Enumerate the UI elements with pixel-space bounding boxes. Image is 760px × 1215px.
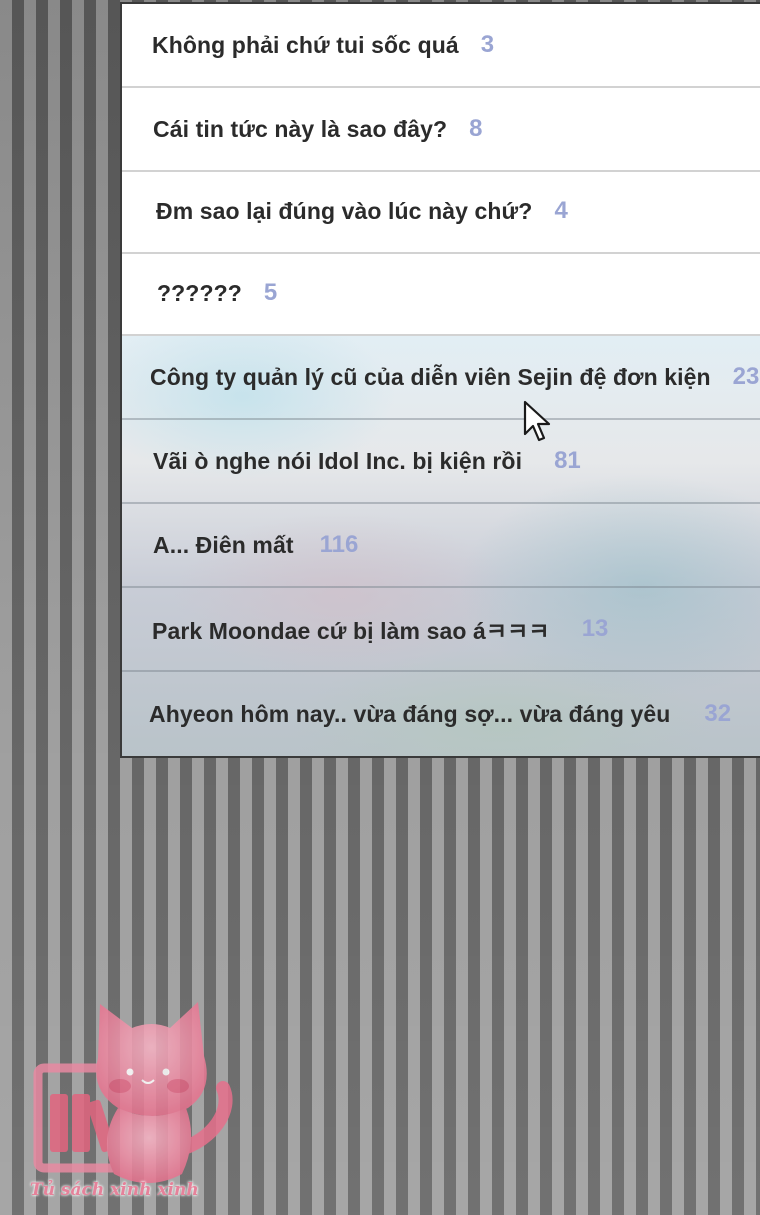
list-item[interactable]: ?????? 5 xyxy=(122,252,760,336)
list-item[interactable]: Vãi ò nghe nói Idol Inc. bị kiện rồi 81 xyxy=(122,420,760,504)
list-item[interactable]: Công ty quản lý cũ của diễn viên Sejin đ… xyxy=(122,336,760,420)
mouse-pointer-icon xyxy=(523,400,551,442)
comment-count: 5 xyxy=(263,279,278,306)
topic-title: Ahyeon hôm nay.. vừa đáng sợ... vừa đáng… xyxy=(149,700,671,727)
watermark-text: Tủ sách xinh xinh xyxy=(30,1180,199,1200)
list-item[interactable]: A... Điên mất 116 xyxy=(122,504,760,588)
list-item[interactable]: Cái tin tức này là sao đây? 8 xyxy=(122,88,760,172)
comment-count: 13 xyxy=(581,615,609,642)
topic-title: Đm sao lại đúng vào lúc này chứ? xyxy=(156,197,533,224)
comment-count: 23 xyxy=(732,363,760,390)
list-item[interactable]: Park Moondae cứ bị làm sao áㅋㅋㅋ 13 xyxy=(122,588,760,672)
topic-title: Không phải chứ tui sốc quá xyxy=(152,31,459,58)
topic-title: Vãi ò nghe nói Idol Inc. bị kiện rồi xyxy=(153,447,523,474)
topic-list: Không phải chứ tui sốc quá 3 Cái tin tức… xyxy=(120,2,760,758)
comment-count: 32 xyxy=(704,700,732,727)
comment-count: 81 xyxy=(554,447,581,474)
comment-count: 8 xyxy=(469,115,483,142)
topic-title: A... Điên mất xyxy=(153,531,294,558)
topic-title: Park Moondae cứ bị làm sao áㅋㅋㅋ xyxy=(152,618,550,644)
comment-count: 4 xyxy=(554,197,568,224)
list-item[interactable]: Đm sao lại đúng vào lúc này chứ? 4 xyxy=(122,170,760,254)
comment-count: 116 xyxy=(319,531,359,558)
topic-title: ?????? xyxy=(157,279,242,306)
comment-count: 3 xyxy=(480,31,495,58)
topic-title: Công ty quản lý cũ của diễn viên Sejin đ… xyxy=(150,363,711,390)
list-item[interactable]: Không phải chứ tui sốc quá 3 xyxy=(122,4,760,88)
list-item[interactable]: Ahyeon hôm nay.. vừa đáng sợ... vừa đáng… xyxy=(122,672,760,756)
topic-title: Cái tin tức này là sao đây? xyxy=(153,115,448,142)
